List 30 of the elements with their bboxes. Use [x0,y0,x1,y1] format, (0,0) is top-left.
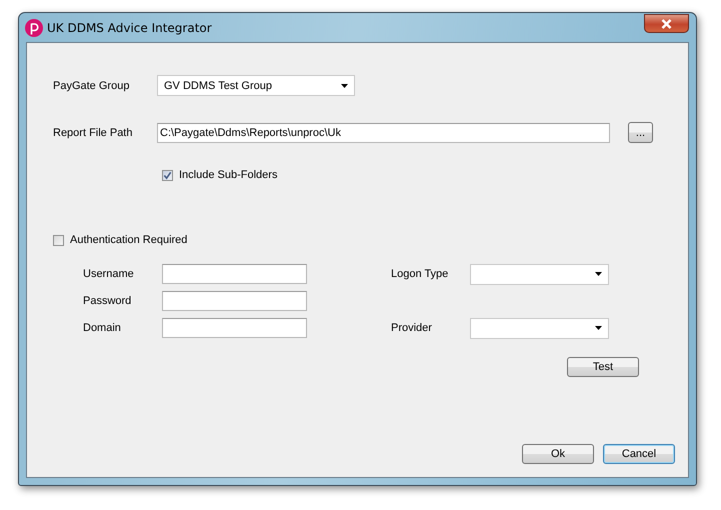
field-label: Logon Type [391,268,450,280]
checkbox-label: Include Sub-Folders [179,169,278,181]
dropdown-value: GV DDMS Test Group [164,80,272,92]
checkbox[interactable] [162,170,173,180]
field-label: Provider [391,322,433,334]
dropdown-arrow-icon [341,84,348,88]
app-logo-icon [25,18,43,36]
field-label: Password [83,295,132,307]
close-icon [660,18,673,28]
dialog-button[interactable]: Cancel [603,444,675,464]
dropdown[interactable] [470,318,609,338]
field-label: Report File Path [53,126,134,138]
group-dropdown[interactable]: GV DDMS Test Group [157,75,355,96]
close-button[interactable] [644,14,689,33]
test-button[interactable]: Test [567,357,639,377]
dropdown-arrow-icon [595,272,602,276]
input-field[interactable] [162,318,307,338]
input-field[interactable] [162,264,307,284]
dropdown[interactable] [470,264,609,284]
field-label: PayGate Group [53,80,130,92]
checkbox[interactable] [53,234,64,246]
browse-button[interactable]: ... [628,122,653,143]
window-title: UK DDMS Advice Integrator [47,20,212,34]
checkbox-label: Authentication Required [70,234,188,246]
field-label: Domain [83,322,122,334]
path-field[interactable]: C:\Paygate\Ddms\Reports\unproc\Uk [157,122,610,142]
dropdown-arrow-icon [595,326,602,330]
dialog-button[interactable]: Ok [522,444,594,464]
field-label: Username [83,268,135,280]
input-field[interactable] [162,291,307,311]
